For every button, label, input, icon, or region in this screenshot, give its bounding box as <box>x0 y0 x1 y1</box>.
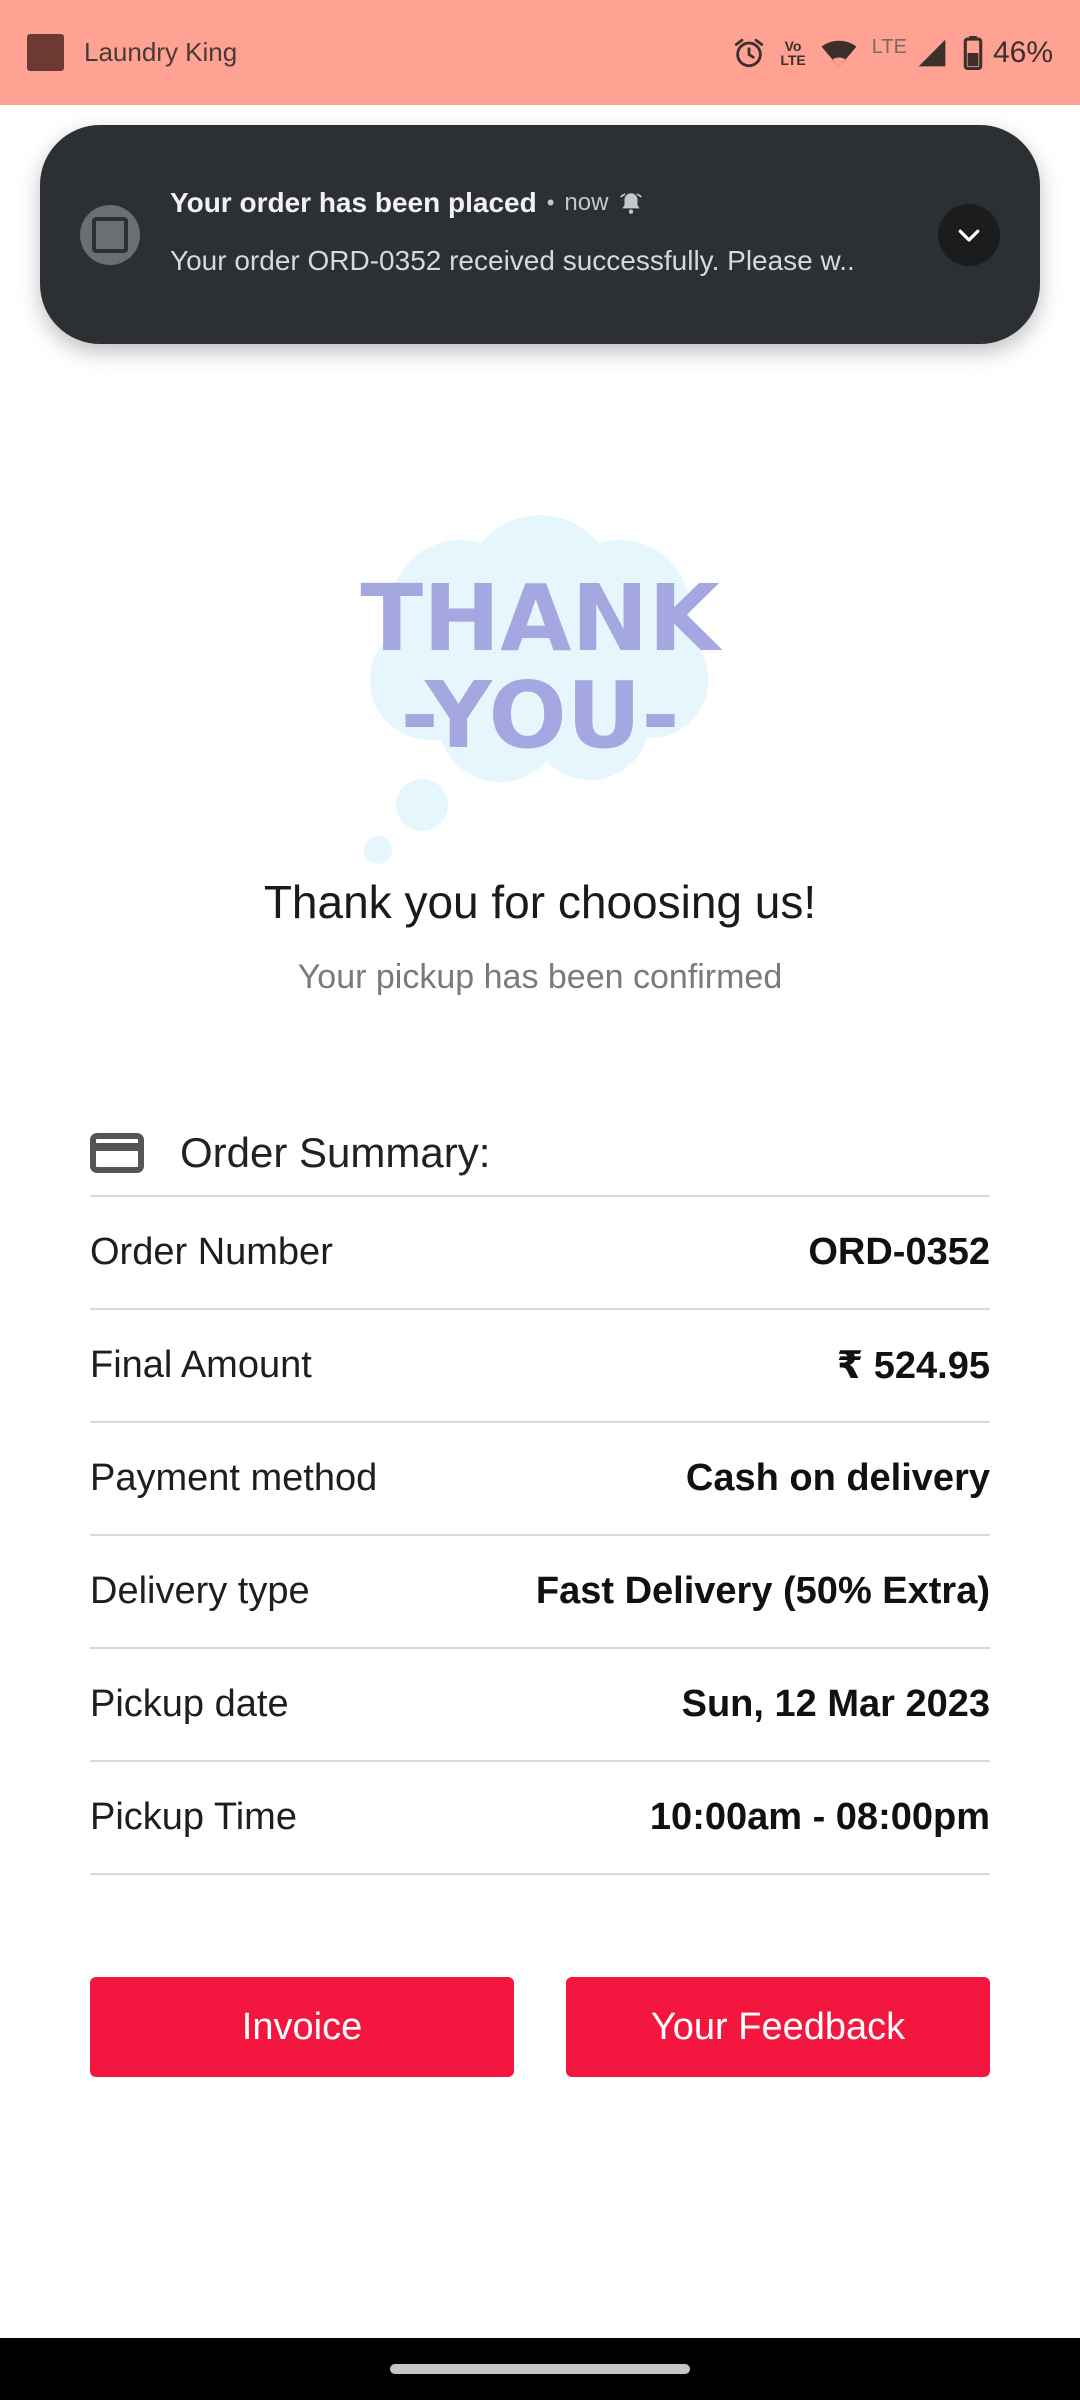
status-bar: Laundry King Vo LTE LTE 46% <box>0 0 1080 105</box>
credit-card-icon <box>90 1133 144 1173</box>
notification-app-icon <box>80 205 140 265</box>
volte-top-label: Vo <box>784 37 802 54</box>
notification-separator: • <box>546 190 555 215</box>
you-text: -YOU- <box>400 662 679 769</box>
summary-row-delivery-type: Delivery type Fast Delivery (50% Extra) <box>90 1536 990 1649</box>
order-summary-list: Order Number ORD-0352 Final Amount ₹ 524… <box>90 1195 990 1875</box>
summary-label: Delivery type <box>90 1570 310 1612</box>
invoice-button[interactable]: Invoice <box>90 1977 514 2077</box>
lte-label: LTE <box>871 36 907 58</box>
summary-label: Payment method <box>90 1457 378 1499</box>
notification-expand-button[interactable] <box>938 204 1000 266</box>
summary-label: Order Number <box>90 1231 333 1273</box>
summary-label: Pickup Time <box>90 1796 297 1838</box>
battery-percent: 46% <box>992 35 1053 69</box>
wifi-icon <box>821 40 857 67</box>
confirmation-subhead: Your pickup has been confirmed <box>297 958 783 996</box>
notification-title: Your order has been placed <box>170 187 537 218</box>
status-app-name: Laundry King <box>84 37 238 67</box>
summary-row-order-number: Order Number ORD-0352 <box>90 1197 990 1310</box>
thank-you-illustration: THANK -YOU- <box>360 515 723 864</box>
summary-value: Cash on delivery <box>685 1457 990 1499</box>
volte-bottom-label: LTE <box>780 51 806 68</box>
summary-value: Fast Delivery (50% Extra) <box>535 1570 990 1612</box>
summary-row-pickup-time: Pickup Time 10:00am - 08:00pm <box>90 1762 990 1875</box>
summary-row-pickup-date: Pickup date Sun, 12 Mar 2023 <box>90 1649 990 1762</box>
summary-value: Sun, 12 Mar 2023 <box>681 1683 990 1725</box>
summary-value: ORD-0352 <box>808 1231 990 1273</box>
alarm-icon <box>735 38 764 67</box>
order-summary-title: Order Summary: <box>180 1129 491 1176</box>
volte-icon: Vo LTE <box>780 39 805 67</box>
notification-time: now <box>564 189 609 216</box>
summary-label: Pickup date <box>90 1683 289 1725</box>
screen: Laundry King Vo LTE LTE 46% Your order h… <box>0 0 1080 2400</box>
status-icons: Vo LTE LTE 46% <box>732 35 1053 70</box>
app-icon <box>27 34 64 71</box>
navigation-bar <box>0 2338 1080 2400</box>
summary-value: 10:00am - 08:00pm <box>649 1796 990 1838</box>
order-notification[interactable]: Your order has been placed • now Your or… <box>40 125 1040 344</box>
notification-body: Your order ORD-0352 received successfull… <box>170 245 855 276</box>
summary-row-final-amount: Final Amount ₹ 524.95 <box>90 1310 990 1423</box>
thank-text: THANK <box>360 565 723 672</box>
bell-icon <box>620 193 643 214</box>
summary-value: ₹ 524.95 <box>836 1345 990 1387</box>
feedback-button[interactable]: Your Feedback <box>566 1977 990 2077</box>
notification-header: Your order has been placed • now <box>170 187 644 219</box>
chevron-down-icon <box>958 229 980 242</box>
signal-icon <box>918 39 946 66</box>
home-gesture-handle[interactable] <box>390 2364 690 2374</box>
order-summary-header: Order Summary: <box>90 1110 990 1196</box>
summary-label: Final Amount <box>90 1344 312 1386</box>
summary-row-payment-method: Payment method Cash on delivery <box>90 1423 990 1536</box>
battery-icon <box>963 35 983 70</box>
confirmation-headline: Thank you for choosing us! <box>263 876 817 928</box>
